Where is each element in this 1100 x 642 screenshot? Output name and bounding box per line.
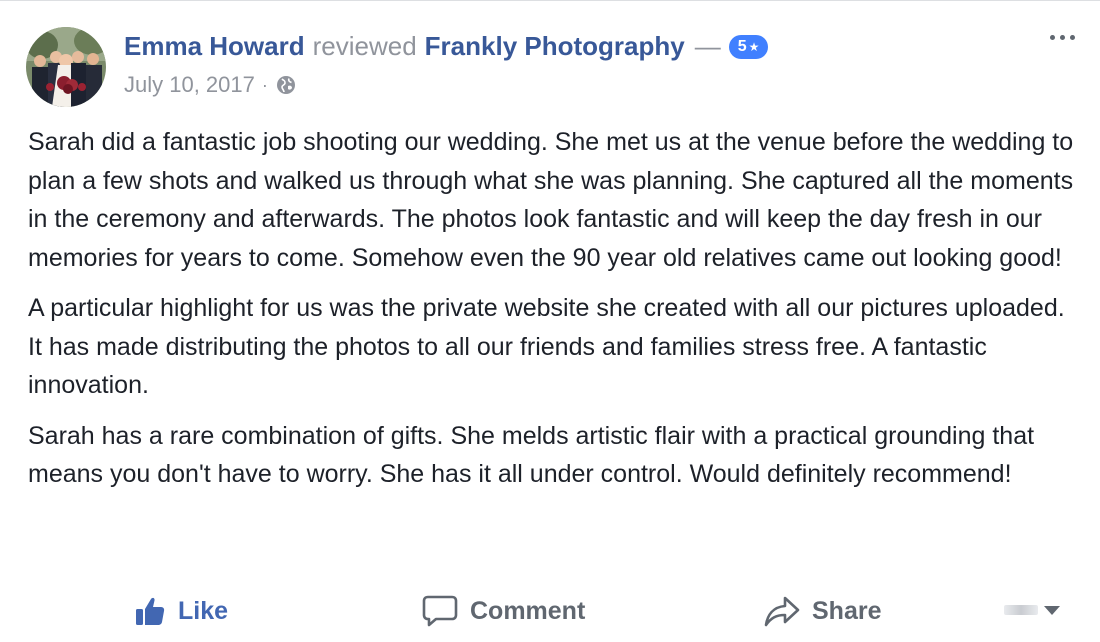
comment-icon (422, 595, 458, 627)
author-name-link[interactable]: Emma Howard (124, 30, 305, 62)
action-text: reviewed (312, 31, 417, 61)
review-paragraph: A particular highlight for us was the pr… (28, 294, 1065, 399)
avatar-photo (26, 27, 106, 107)
more-dot (1059, 34, 1065, 40)
post-header: Emma Howard reviewed Frankly Photography… (124, 30, 769, 62)
share-label: Share (812, 596, 882, 625)
thumbs-up-icon (136, 597, 165, 625)
rating-badge: 5 ★ (728, 35, 769, 59)
action-bar: Like Comment Share (0, 587, 1100, 635)
review-paragraph: Sarah did a fantastic job shooting our w… (28, 128, 1074, 272)
star-icon: ★ (748, 40, 760, 54)
more-dot (1069, 34, 1075, 40)
review-paragraph: Sarah has a rare combination of gifts. S… (28, 421, 1035, 489)
like-button[interactable]: Like (134, 587, 228, 635)
post-meta: July 10, 2017 · (124, 71, 296, 99)
page-mini-avatar (1004, 605, 1038, 615)
like-label: Like (178, 596, 229, 625)
rating-value: 5 (737, 38, 747, 55)
post-date-link[interactable]: July 10, 2017 (124, 72, 255, 98)
meta-separator: · (261, 74, 268, 95)
page-name-link[interactable]: Frankly Photography (425, 30, 685, 62)
share-icon (764, 596, 800, 627)
post-as-selector[interactable] (1004, 599, 1060, 621)
more-dot (1049, 34, 1055, 40)
comment-button[interactable]: Comment (422, 587, 585, 635)
more-options-button[interactable] (1042, 25, 1082, 49)
dash-separator: — (694, 31, 721, 61)
review-text: Sarah did a fantastic job shooting our w… (28, 123, 1078, 506)
review-post-card: Emma Howard reviewed Frankly Photography… (0, 0, 1100, 642)
share-button[interactable]: Share (764, 587, 881, 635)
globe-icon[interactable] (276, 75, 296, 95)
comment-label: Comment (470, 596, 586, 625)
chevron-down-icon (1044, 605, 1060, 615)
author-avatar[interactable] (26, 27, 106, 107)
